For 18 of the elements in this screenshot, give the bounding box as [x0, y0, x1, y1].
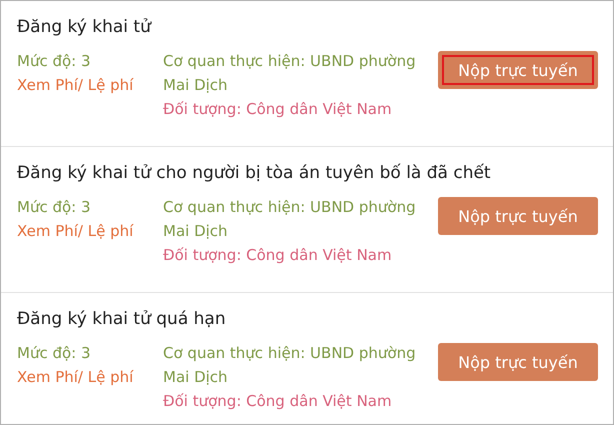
agency-text: Cơ quan thực hiện: UBND phường Mai Dịch — [163, 197, 417, 242]
agency-text: Cơ quan thực hiện: UBND phường Mai Dịch — [163, 51, 417, 96]
audience-text: Đối tượng: Công dân Việt Nam — [163, 99, 392, 120]
submit-online-button[interactable]: Nộp trực tuyến — [438, 343, 598, 381]
audience-text: Đối tượng: Công dân Việt Nam — [163, 391, 392, 412]
procedure-title: Đăng ký khai tử quá hạn — [17, 309, 227, 329]
fee-link[interactable]: Xem Phí/ Lệ phí — [17, 73, 134, 97]
fee-link[interactable]: Xem Phí/ Lệ phí — [17, 365, 134, 389]
fee-link[interactable]: Xem Phí/ Lệ phí — [17, 219, 134, 243]
submit-online-button[interactable]: Nộp trực tuyến — [438, 197, 598, 235]
agency-text: Cơ quan thực hiện: UBND phường Mai Dịch — [163, 343, 417, 388]
level-text: Mức độ: 3 — [17, 343, 91, 364]
procedure-title: Đăng ký khai tử — [17, 17, 153, 37]
audience-text: Đối tượng: Công dân Việt Nam — [163, 245, 392, 266]
level-text: Mức độ: 3 — [17, 197, 91, 218]
submit-online-button[interactable]: Nộp trực tuyến — [438, 51, 598, 89]
procedure-title: Đăng ký khai tử cho người bị tòa án tuyên bố là đã chết — [17, 163, 492, 183]
level-text: Mức độ: 3 — [17, 51, 91, 72]
